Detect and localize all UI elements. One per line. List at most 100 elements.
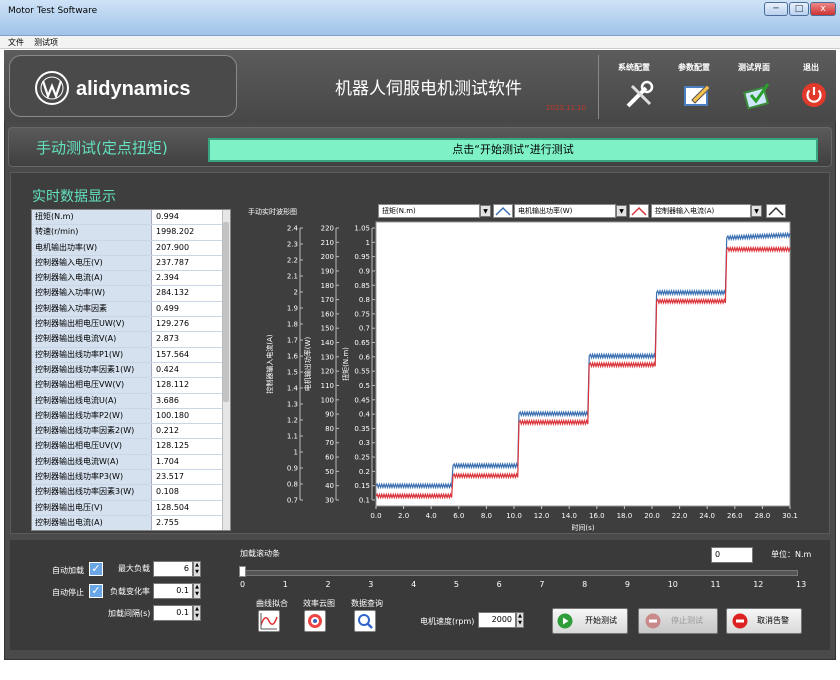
x-axis-label: 时间(s) bbox=[571, 523, 594, 532]
start-test-button[interactable]: 开始测试 bbox=[552, 608, 628, 634]
y-tick-label: 1.05 bbox=[354, 225, 370, 233]
chart-caption: 手动实时波形图 bbox=[248, 208, 297, 216]
y-tick-label: 210 bbox=[321, 239, 334, 247]
row-value: 157.564 bbox=[152, 347, 230, 362]
y-tick-label: 190 bbox=[321, 267, 334, 275]
y-tick-label: 0.15 bbox=[354, 482, 370, 490]
cancel-alarm-button[interactable]: 取消告警 bbox=[726, 608, 802, 634]
start-test-label: 开始测试 bbox=[585, 616, 617, 625]
window-titlebar bbox=[0, 0, 840, 36]
row-key: 控制器输入功率(W) bbox=[32, 286, 152, 301]
y-tick-label: 0.2 bbox=[359, 468, 370, 476]
x-tick-label: 30.1 bbox=[782, 512, 798, 520]
y-tick-label: 0.8 bbox=[287, 481, 298, 489]
stop-test-label: 停止测试 bbox=[671, 616, 703, 625]
row-key: 控制器输出线功率因素2(W) bbox=[32, 424, 152, 439]
row-key: 控制器输出电压(V) bbox=[32, 500, 152, 515]
y-tick-label: 0.4 bbox=[359, 411, 371, 419]
y-tick-label: 1.9 bbox=[287, 305, 298, 313]
load-interval-stepper[interactable]: ▲ ▼ bbox=[193, 605, 201, 621]
nav-param-config-label: 参数配置 bbox=[678, 63, 710, 72]
table-row: 控制器输出线功率因素3(W) 0.108 bbox=[32, 485, 230, 501]
auto-stop-checkbox[interactable]: ✓ bbox=[89, 584, 103, 598]
y-tick-label: 2.3 bbox=[287, 241, 298, 249]
max-load-stepper[interactable]: ▲ ▼ bbox=[193, 561, 201, 577]
load-slider-track[interactable] bbox=[242, 570, 798, 576]
max-load-input[interactable]: 6 bbox=[153, 561, 193, 577]
load-rate-input[interactable]: 0.1 bbox=[153, 583, 193, 599]
test-icon[interactable] bbox=[742, 80, 772, 110]
chevron-down-icon[interactable]: ▼ bbox=[616, 205, 627, 217]
row-key: 控制器输出线功率因素1(W) bbox=[32, 362, 152, 378]
auto-load-label: 自动加载 bbox=[52, 566, 84, 575]
row-value: 128.112 bbox=[152, 378, 230, 393]
data-query-icon[interactable] bbox=[354, 610, 376, 632]
auto-stop-label: 自动停止 bbox=[52, 588, 84, 597]
menu-test-items[interactable]: 测试项 bbox=[34, 36, 58, 49]
y-tick-label: 0.95 bbox=[354, 253, 370, 261]
chevron-down-icon[interactable]: ▼ bbox=[751, 205, 762, 217]
row-key: 控制器输出相电压UV(V) bbox=[32, 439, 152, 454]
edit-icon[interactable] bbox=[682, 80, 712, 110]
load-slider-thumb[interactable] bbox=[239, 566, 246, 577]
slider-tick-label: 13 bbox=[796, 580, 807, 589]
table-row: 扭矩(N.m) 0.994 bbox=[32, 210, 230, 226]
close-button[interactable]: x bbox=[810, 2, 836, 16]
y-tick-label: 150 bbox=[321, 325, 334, 333]
plot-area bbox=[375, 221, 791, 507]
tool-data-query-label: 数据查询 bbox=[351, 599, 383, 608]
slider-value-input[interactable]: 0 bbox=[711, 547, 753, 563]
x-tick-label: 24.0 bbox=[699, 512, 715, 520]
series-select-torque[interactable]: 扭矩(N.m) bbox=[378, 204, 480, 218]
y-tick-label: 60 bbox=[325, 454, 334, 462]
y-tick-label: 0.3 bbox=[359, 439, 370, 447]
y-tick-label: 140 bbox=[321, 339, 334, 347]
nav-system-config-label: 系统配置 bbox=[618, 63, 650, 72]
curve-fit-icon[interactable] bbox=[258, 610, 280, 632]
tools-icon[interactable] bbox=[624, 80, 654, 110]
y-tick-label: 1.6 bbox=[287, 353, 299, 361]
slider-tick-label: 4 bbox=[411, 580, 417, 589]
y-tick-label: 1 bbox=[366, 239, 370, 247]
table-row: 控制器输出电流(A) 2.755 bbox=[32, 515, 230, 530]
table-row: 控制器输出电压(V) 128.504 bbox=[32, 500, 230, 516]
table-row: 控制器输出相电压VW(V) 128.112 bbox=[32, 378, 230, 394]
row-value: 129.276 bbox=[152, 317, 230, 332]
series-select-current[interactable]: 控制器输入电流(A) bbox=[651, 204, 751, 218]
menu-file[interactable]: 文件 bbox=[8, 36, 24, 49]
slider-tick-label: 6 bbox=[496, 580, 502, 589]
x-tick-label: 6.0 bbox=[453, 512, 464, 520]
efficiency-map-icon[interactable] bbox=[304, 610, 326, 632]
table-scroll-thumb[interactable] bbox=[223, 222, 229, 402]
y-tick-label: 80 bbox=[325, 425, 334, 433]
slider-ticks: 0 1 2 3 4 5 6 7 8 9 10 11 12 13 bbox=[240, 578, 806, 592]
y-tick-label: 0.75 bbox=[354, 310, 370, 318]
row-value: 100.180 bbox=[152, 408, 230, 424]
power-icon[interactable] bbox=[801, 82, 827, 108]
load-interval-input[interactable]: 0.1 bbox=[153, 605, 193, 621]
table-row: 控制器输出线功率因素2(W) 0.212 bbox=[32, 424, 230, 440]
speed-stepper[interactable]: ▲ ▼ bbox=[516, 612, 524, 628]
minimize-button[interactable]: ─ bbox=[764, 2, 788, 16]
y-tick-label: 200 bbox=[321, 253, 334, 261]
stop-test-button[interactable]: 停止测试 bbox=[638, 608, 718, 634]
y-tick-label: 1.5 bbox=[287, 369, 298, 377]
load-rate-stepper[interactable]: ▲ ▼ bbox=[193, 583, 201, 599]
x-tick-label: 4.0 bbox=[426, 512, 437, 520]
speed-input[interactable]: 2000 bbox=[478, 612, 516, 628]
y-tick-label: 1.7 bbox=[287, 337, 298, 345]
chevron-down-icon[interactable]: ▼ bbox=[480, 205, 491, 217]
auto-load-checkbox[interactable]: ✓ bbox=[89, 562, 103, 576]
x-tick-label: 12.0 bbox=[534, 512, 550, 520]
row-value: 2.873 bbox=[152, 332, 230, 347]
x-tick-label: 10.0 bbox=[506, 512, 522, 520]
series-select-power[interactable]: 电机输出功率(W) bbox=[514, 204, 616, 218]
slider-title: 加载滚动条 bbox=[240, 549, 280, 558]
y-tick-label: 1.2 bbox=[287, 417, 298, 425]
x-tick-label: 28.0 bbox=[755, 512, 771, 520]
maximize-button[interactable]: □ bbox=[789, 2, 809, 16]
y-axis-label: 电机输出功率(W) bbox=[303, 337, 312, 392]
y-tick-label: 0.8 bbox=[359, 296, 370, 304]
y-tick-label: 30 bbox=[325, 497, 334, 505]
y-tick-label: 1.1 bbox=[287, 433, 298, 441]
